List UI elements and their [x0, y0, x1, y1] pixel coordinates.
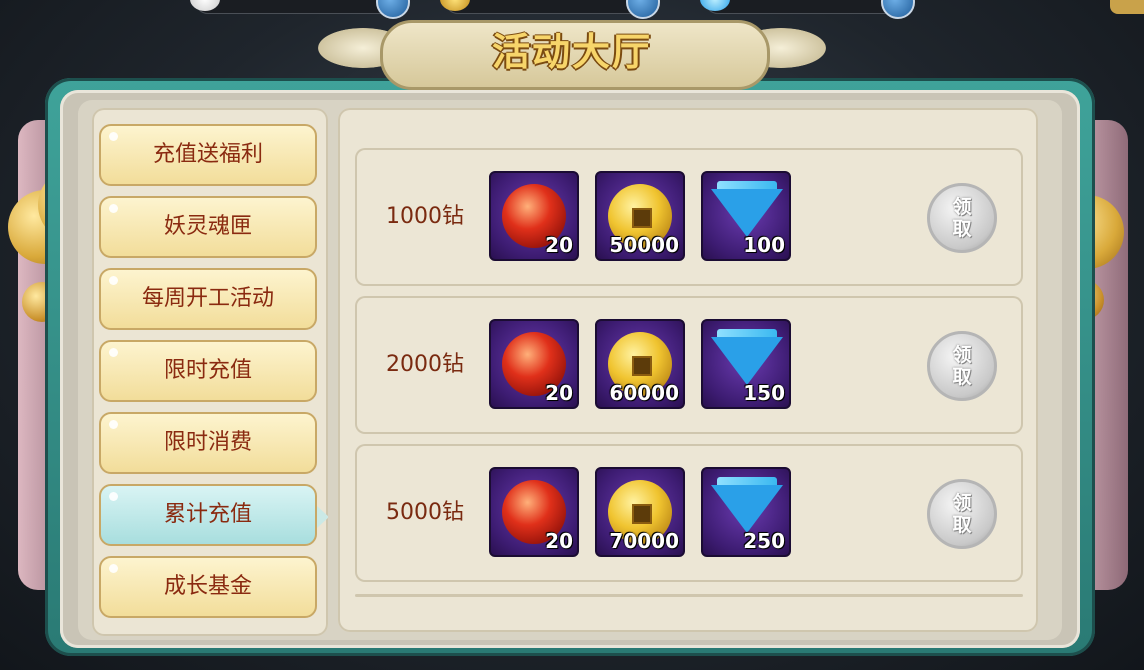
- diamond-icon: [700, 0, 730, 11]
- claim-button[interactable]: 领取: [927, 183, 997, 253]
- menu-item-limited-spending[interactable]: 限时消费: [99, 412, 317, 474]
- tier-threshold-label: 5000钻: [386, 500, 464, 525]
- highlight-dot: [109, 348, 118, 357]
- reward-count: 20: [545, 529, 573, 553]
- menu-item-label: 妖灵魂匣: [163, 214, 252, 239]
- menu-item-label: 充值送福利: [152, 142, 263, 167]
- reward-tier-row: 2000钻 20 60000 150 领取: [355, 296, 1023, 434]
- reward-tier-row: 1000钻 20 50000 100 领取: [355, 148, 1023, 286]
- claim-button-label: 领取: [952, 196, 972, 240]
- reward-count: 50000: [609, 233, 679, 257]
- menu-item-label: 限时充值: [163, 358, 252, 383]
- menu-item-weekly-activity[interactable]: 每周开工活动: [99, 268, 317, 330]
- divider: [355, 594, 1023, 597]
- page-title: 活动大厅: [491, 30, 652, 74]
- reward-slot[interactable]: 20: [489, 319, 579, 409]
- spirit-orb-icon: [190, 0, 220, 11]
- menu-item-growth-fund[interactable]: 成长基金: [99, 556, 317, 618]
- menu-item-label: 累计充值: [163, 502, 252, 527]
- activity-menu: 充值送福利 妖灵魂匣 每周开工活动 限时充值 限时消费 累计充值 成长基金: [92, 108, 328, 636]
- menu-item-cumulative-recharge[interactable]: 累计充值: [99, 484, 328, 546]
- claim-button-label: 领取: [952, 492, 972, 536]
- menu-item-limited-recharge[interactable]: 限时充值: [99, 340, 317, 402]
- reward-count: 100: [743, 233, 785, 257]
- diamond-icon: [711, 485, 783, 533]
- reward-tier-row: 5000钻 20 70000 250 领取: [355, 444, 1023, 582]
- reward-count: 70000: [609, 529, 679, 553]
- reward-slot[interactable]: 50000: [595, 171, 685, 261]
- resource-bar: [0, 0, 1144, 19]
- highlight-dot: [109, 276, 118, 285]
- reward-count: 250: [743, 529, 785, 553]
- reward-count: 20: [545, 381, 573, 405]
- highlight-dot: [109, 564, 118, 573]
- add-resource-button[interactable]: [626, 0, 660, 19]
- diamond-icon: [711, 337, 783, 385]
- reward-slot[interactable]: 150: [701, 319, 791, 409]
- reward-slot[interactable]: 100: [701, 171, 791, 261]
- reward-count: 60000: [609, 381, 679, 405]
- menu-item-spirit-box[interactable]: 妖灵魂匣: [99, 196, 317, 258]
- reward-count: 20: [545, 233, 573, 257]
- reward-slot[interactable]: 20: [489, 171, 579, 261]
- resource-gold: [440, 0, 660, 19]
- add-resource-button[interactable]: [376, 0, 410, 19]
- menu-item-label: 成长基金: [163, 574, 252, 599]
- highlight-dot: [109, 132, 118, 141]
- gold-coin-icon: [440, 0, 470, 11]
- tier-threshold-label: 2000钻: [386, 352, 464, 377]
- reward-slot[interactable]: 70000: [595, 467, 685, 557]
- menu-item-recharge-welfare[interactable]: 充值送福利: [99, 124, 317, 186]
- add-resource-button[interactable]: [881, 0, 915, 19]
- menu-item-label: 限时消费: [163, 430, 252, 455]
- claim-button[interactable]: 领取: [927, 479, 997, 549]
- reward-count: 150: [743, 381, 785, 405]
- resource-diamond: [700, 0, 915, 19]
- highlight-dot: [109, 204, 118, 213]
- highlight-dot: [109, 420, 118, 429]
- resource-spirit: [190, 0, 410, 19]
- highlight-dot: [109, 492, 118, 501]
- tier-threshold-label: 1000钻: [386, 204, 464, 229]
- reward-slot[interactable]: 250: [701, 467, 791, 557]
- top-right-button[interactable]: [1110, 0, 1144, 14]
- reward-slot[interactable]: 20: [489, 467, 579, 557]
- claim-button[interactable]: 领取: [927, 331, 997, 401]
- menu-item-label: 每周开工活动: [141, 286, 274, 311]
- claim-button-label: 领取: [952, 344, 972, 388]
- diamond-icon: [711, 189, 783, 237]
- reward-slot[interactable]: 60000: [595, 319, 685, 409]
